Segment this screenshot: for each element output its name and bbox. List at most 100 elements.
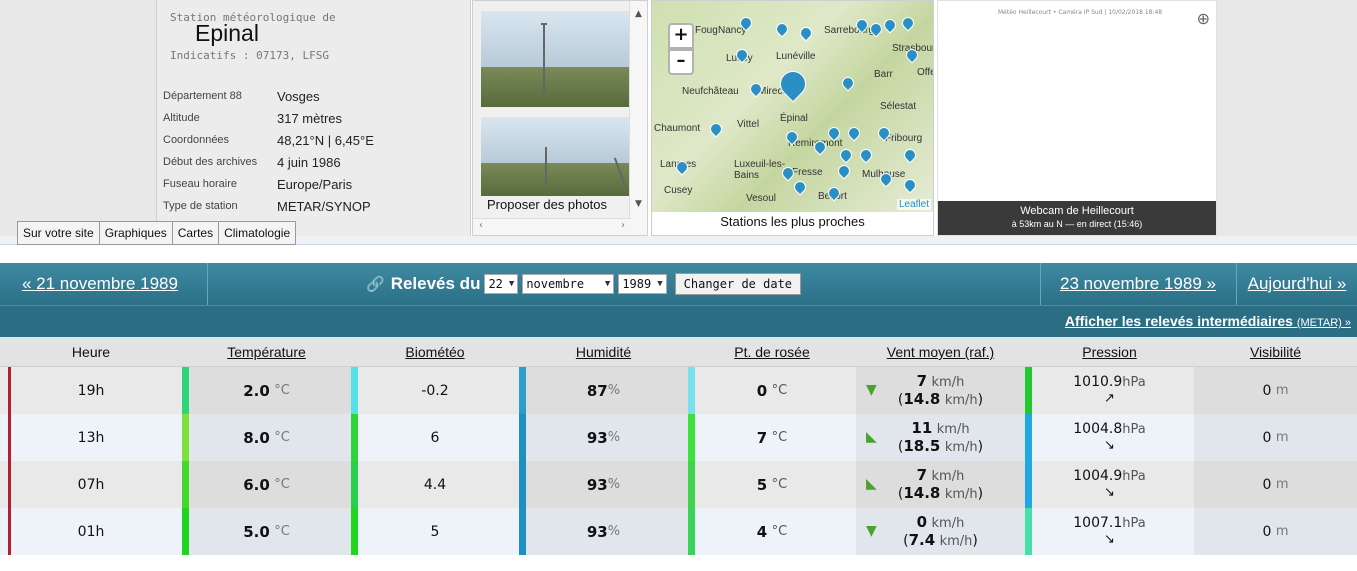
page: Station météorologique de Epinal Indicat… <box>0 0 1357 571</box>
day-select[interactable]: 22 ▼ <box>484 274 519 294</box>
station-photo[interactable] <box>481 11 631 107</box>
month-select[interactable]: novembre ▼ <box>522 274 615 294</box>
station-identifiers: Indicatifs : 07173, LFSG <box>170 49 329 62</box>
webcam-subtitle: à 53km au N — en direct (15:46) <box>1011 219 1143 229</box>
map-attribution-link[interactable]: Leaflet <box>896 199 931 210</box>
tab-cartes[interactable]: Cartes <box>171 221 220 245</box>
cell-humidite: 93% <box>519 461 688 508</box>
tab-sur-votre-site[interactable]: Sur votre site <box>17 221 100 245</box>
cell-visibilite: 0 m <box>1194 461 1357 508</box>
detail-key: Altitude <box>163 112 200 124</box>
station-pin[interactable] <box>835 162 853 180</box>
town-label: Barr <box>874 69 893 80</box>
dewpoint-color-bar <box>688 367 695 414</box>
metar-bar: Afficher les relevés intermédiaires (MET… <box>0 305 1357 337</box>
cell-visibilite: 0 m <box>1194 508 1357 555</box>
station-pin[interactable] <box>791 178 809 196</box>
pressure-trend-icon: ↘ <box>1104 438 1115 453</box>
station-detail-row: Département 88 Vosges <box>163 85 374 107</box>
station-pin[interactable] <box>901 146 919 164</box>
town-label: Offenburg <box>917 67 933 78</box>
tab-graphiques[interactable]: Graphiques <box>98 221 173 245</box>
detail-key: Coordonnées <box>163 134 230 146</box>
tab-climatologie[interactable]: Climatologie <box>218 221 297 245</box>
col-heure: Heure <box>71 344 111 360</box>
town-label: Luxeuil-les-Bains <box>734 159 786 181</box>
col-visibilite[interactable]: Visibilité <box>1194 337 1357 367</box>
photos-hscrollbar[interactable]: ‹ › <box>473 218 631 235</box>
detail-key: Type de station <box>163 200 238 212</box>
detail-value: 4 juin 1986 <box>277 154 341 170</box>
biometeo-color-bar <box>351 508 358 555</box>
town-label: Vesoul <box>746 193 777 204</box>
pressure-color-bar <box>1025 461 1032 508</box>
cell-biometeo: 6 <box>351 414 519 461</box>
photos-scrollbar[interactable]: ▲ ▼ <box>629 1 647 235</box>
wind-direction-icon: ◣ <box>866 476 877 492</box>
cell-humidite: 93% <box>519 414 688 461</box>
station-pin[interactable] <box>707 120 725 138</box>
change-date-button[interactable]: Changer de date <box>674 273 802 295</box>
town-label: Lunéville <box>776 51 816 62</box>
temperature-color-bar <box>182 508 189 555</box>
cell-pression: 1010.9hPa ↗ <box>1025 367 1194 414</box>
col-vent-moyen[interactable]: Vent moyen (raf.) <box>856 337 1025 367</box>
cell-rosee: 7 °C <box>688 414 856 461</box>
col-temperature[interactable]: Température <box>182 337 351 367</box>
zoom-icon[interactable]: ⊕ <box>1197 9 1210 28</box>
propose-photos-link[interactable]: Proposer des photos <box>487 197 607 212</box>
cell-pression: 1007.1hPa ↘ <box>1025 508 1194 555</box>
station-pin[interactable] <box>857 146 875 164</box>
right-margin-panel <box>1217 0 1357 236</box>
left-margin-panel <box>0 0 157 240</box>
pressure-trend-icon: ↘ <box>1104 532 1115 547</box>
webcam-caption-bar[interactable]: Webcam de Heillecourt à 53km au N — en d… <box>938 201 1216 235</box>
cell-heure: 13h <box>77 429 105 446</box>
detail-value: Vosges <box>277 88 320 104</box>
station-pin[interactable] <box>797 24 815 42</box>
dewpoint-color-bar <box>688 414 695 461</box>
map-zoom-out-button[interactable]: – <box>668 49 694 75</box>
cell-vent: ◣ 7 km/h (14.8 km/h) <box>856 461 1025 508</box>
pressure-color-bar <box>1025 414 1032 461</box>
wind-direction-icon: ◣ <box>866 429 877 445</box>
detail-value: 48,21°N | 6,45°E <box>277 132 374 148</box>
station-pin[interactable] <box>845 124 863 142</box>
year-select[interactable]: 1989 ▼ <box>618 274 667 294</box>
cell-heure: 07h <box>77 476 105 493</box>
station-pin[interactable] <box>881 16 899 34</box>
cell-vent: ▼ 0 km/h (7.4 km/h) <box>856 508 1025 555</box>
station-pin[interactable] <box>899 14 917 32</box>
today-link[interactable]: Aujourd'hui » <box>1236 263 1357 305</box>
col-pt-de-rosee[interactable]: Pt. de rosée <box>688 337 856 367</box>
detail-key: Fuseau horaire <box>163 178 237 190</box>
temperature-color-bar <box>182 367 189 414</box>
next-day-link[interactable]: 23 novembre 1989 » <box>1040 263 1235 305</box>
pressure-color-bar <box>1025 367 1032 414</box>
releves-label: Relevés du <box>390 274 481 293</box>
show-metar-link[interactable]: Afficher les relevés intermédiaires (MET… <box>1065 313 1351 329</box>
col-humidite[interactable]: Humidité <box>519 337 688 367</box>
map-zoom-in-button[interactable]: + <box>668 23 694 49</box>
cell-vent: ◣ 11 km/h (18.5 km/h) <box>856 414 1025 461</box>
detail-value: 317 mètres <box>277 110 343 126</box>
town-label: Sélestat <box>880 101 917 112</box>
previous-day-link[interactable]: « 21 novembre 1989 <box>0 263 208 305</box>
station-detail-row: Altitude 317 mètres <box>163 107 374 129</box>
cell-biometeo: -0.2 <box>351 367 519 414</box>
town-label: Vittel <box>737 119 760 130</box>
wind-direction-icon: ▼ <box>866 382 877 398</box>
station-photo[interactable] <box>481 117 631 196</box>
cell-rosee: 4 °C <box>688 508 856 555</box>
webcam-panel: Météo Heillecourt • Caméra IP Sud | 10/0… <box>937 0 1217 236</box>
chevron-down-icon: ▼ <box>508 279 515 289</box>
map-canvas[interactable]: Nancy Foug Lunéville Sarrebourg Strasbou… <box>652 1 933 212</box>
col-pression[interactable]: Pression <box>1025 337 1194 367</box>
station-pin[interactable] <box>837 146 855 164</box>
humidity-color-bar <box>519 414 526 461</box>
station-pin[interactable] <box>773 20 791 38</box>
station-photos: Proposer des photos ▲ ▼ ‹ › <box>472 0 648 236</box>
humidity-color-bar <box>519 367 526 414</box>
col-biometeo[interactable]: Biométéo <box>351 337 519 367</box>
station-pin[interactable] <box>839 74 857 92</box>
